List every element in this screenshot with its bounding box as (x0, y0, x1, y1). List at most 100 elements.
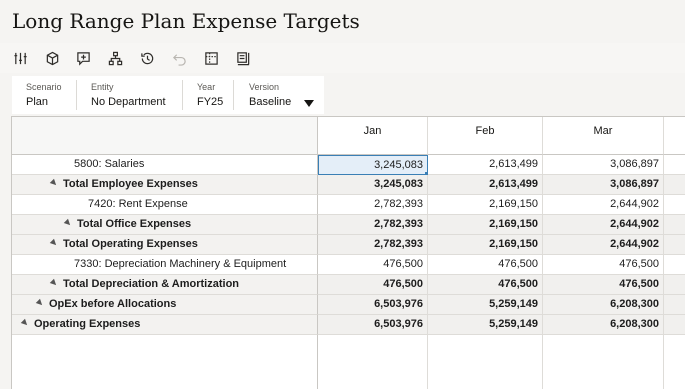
cell-depreciation-feb[interactable]: 476,500 (428, 255, 543, 275)
row-label-text: OpEx before Allocations (49, 298, 177, 310)
data-grid: Jan Feb Mar 5800: Salaries 3,245,083 2,6… (11, 116, 685, 389)
cell-overflow (664, 175, 685, 195)
chevron-down-icon[interactable] (304, 100, 314, 107)
cell-overflow (664, 215, 685, 235)
cell-salaries-mar[interactable]: 3,086,897 (543, 155, 664, 175)
cell-salaries-jan[interactable]: 3,245,083 (318, 155, 429, 176)
row-label-rent[interactable]: 7420: Rent Expense (12, 195, 318, 215)
table-row: Total Office Expenses 2,782,393 2,169,15… (12, 215, 685, 235)
collapse-triangle-icon[interactable] (63, 218, 73, 228)
collapse-triangle-icon[interactable] (49, 278, 59, 288)
row-label-opex-before-allocations[interactable]: OpEx before Allocations (12, 295, 318, 315)
column-header-row: Jan Feb Mar (12, 117, 685, 155)
pov-year-label: Year (197, 82, 216, 92)
cell-total-office-jan[interactable]: 2,782,393 (318, 215, 428, 235)
cell-overflow (664, 235, 685, 255)
table-row: Total Depreciation & Amortization 476,50… (12, 275, 685, 295)
column-header-feb[interactable]: Feb (428, 117, 543, 155)
row-label-salaries[interactable]: 5800: Salaries (12, 155, 318, 175)
pov-version[interactable]: Version Baseline (234, 76, 324, 114)
pov-version-value: Baseline (249, 96, 292, 108)
table-row: OpEx before Allocations 6,503,976 5,259,… (12, 295, 685, 315)
cell-opex-jan[interactable]: 6,503,976 (318, 295, 428, 315)
pov-entity-value: No Department (91, 96, 166, 108)
pov-scenario-label: Scenario (26, 82, 62, 92)
row-label-total-operating[interactable]: Total Operating Expenses (12, 235, 318, 255)
undo-icon[interactable] (170, 49, 188, 67)
cell-overflow (664, 155, 685, 175)
cell-overflow (664, 195, 685, 215)
pov-year[interactable]: Year FY25 (183, 76, 233, 114)
collapse-triangle-icon[interactable] (49, 178, 59, 188)
row-label-text: Operating Expenses (34, 318, 141, 330)
cell-opex-mar[interactable]: 6,208,300 (543, 295, 664, 315)
table-row: 7420: Rent Expense 2,782,393 2,169,150 2… (12, 195, 685, 215)
cell-total-operating-feb[interactable]: 2,169,150 (428, 235, 543, 255)
row-label-depreciation-machinery[interactable]: 7330: Depreciation Machinery & Equipment (12, 255, 318, 275)
cell-rent-mar[interactable]: 2,644,902 (543, 195, 664, 215)
cell-total-depreciation-feb[interactable]: 476,500 (428, 275, 543, 295)
cell-depreciation-jan[interactable]: 476,500 (318, 255, 428, 275)
cell-total-operating-jan[interactable]: 2,782,393 (318, 235, 428, 255)
cube-icon[interactable] (43, 49, 61, 67)
collapse-triangle-icon[interactable] (49, 238, 59, 248)
toolbar (0, 43, 685, 73)
table-row: Total Operating Expenses 2,782,393 2,169… (12, 235, 685, 255)
empty-cell (428, 335, 543, 389)
page-title: Long Range Plan Expense Targets (12, 9, 360, 33)
empty-cell (543, 335, 664, 389)
filter-sliders-icon[interactable] (11, 49, 29, 67)
collapse-triangle-icon[interactable] (20, 318, 30, 328)
cell-salaries-feb[interactable]: 2,613,499 (428, 155, 543, 175)
cell-overflow (664, 295, 685, 315)
row-label-text: Total Employee Expenses (63, 178, 198, 190)
cell-rent-jan[interactable]: 2,782,393 (318, 195, 428, 215)
row-header-corner (12, 117, 318, 155)
empty-cell (664, 335, 685, 389)
column-header-jan[interactable]: Jan (318, 117, 428, 155)
row-label-total-office[interactable]: Total Office Expenses (12, 215, 318, 235)
empty-grid-area (12, 335, 685, 389)
pov-scenario[interactable]: Scenario Plan (12, 76, 76, 114)
pov-entity[interactable]: Entity No Department (77, 76, 182, 114)
grid-options-icon[interactable] (202, 49, 220, 67)
cell-total-office-mar[interactable]: 2,644,902 (543, 215, 664, 235)
row-label-text: Total Depreciation & Amortization (63, 278, 240, 290)
history-icon[interactable] (138, 49, 156, 67)
row-label-text: Total Operating Expenses (63, 238, 198, 250)
hierarchy-icon[interactable] (106, 49, 124, 67)
add-note-icon[interactable] (74, 49, 92, 67)
cell-rent-feb[interactable]: 2,169,150 (428, 195, 543, 215)
cell-total-operating-mar[interactable]: 2,644,902 (543, 235, 664, 255)
table-row: Total Employee Expenses 3,245,083 2,613,… (12, 175, 685, 195)
row-label-total-employee[interactable]: Total Employee Expenses (12, 175, 318, 195)
cell-total-employee-feb[interactable]: 2,613,499 (428, 175, 543, 195)
cell-depreciation-mar[interactable]: 476,500 (543, 255, 664, 275)
cell-total-employee-jan[interactable]: 3,245,083 (318, 175, 428, 195)
row-label-total-depreciation[interactable]: Total Depreciation & Amortization (12, 275, 318, 295)
cell-operating-expenses-feb[interactable]: 5,259,149 (428, 315, 543, 335)
collapse-triangle-icon[interactable] (35, 298, 45, 308)
cell-overflow (664, 275, 685, 295)
column-header-mar[interactable]: Mar (543, 117, 664, 155)
cell-total-depreciation-jan[interactable]: 476,500 (318, 275, 428, 295)
row-label-text: Total Office Expenses (77, 218, 192, 230)
cell-overflow (664, 255, 685, 275)
pov-bar: Scenario Plan Entity No Department Year … (12, 76, 324, 114)
pov-scenario-value: Plan (26, 96, 49, 108)
cell-total-office-feb[interactable]: 2,169,150 (428, 215, 543, 235)
pov-version-label: Version (249, 82, 280, 92)
pov-entity-label: Entity (91, 82, 114, 92)
cell-operating-expenses-jan[interactable]: 6,503,976 (318, 315, 428, 335)
cell-opex-feb[interactable]: 5,259,149 (428, 295, 543, 315)
table-row: 7330: Depreciation Machinery & Equipment… (12, 255, 685, 275)
empty-cell (318, 335, 428, 389)
cell-total-depreciation-mar[interactable]: 476,500 (543, 275, 664, 295)
cell-operating-expenses-mar[interactable]: 6,208,300 (543, 315, 664, 335)
table-row: 5800: Salaries 3,245,083 2,613,499 3,086… (12, 155, 685, 176)
cell-total-employee-mar[interactable]: 3,086,897 (543, 175, 664, 195)
row-label-operating-expenses[interactable]: Operating Expenses (12, 315, 318, 335)
pov-year-value: FY25 (197, 96, 224, 108)
form-layout-icon[interactable] (234, 49, 252, 67)
cell-overflow (664, 315, 685, 335)
